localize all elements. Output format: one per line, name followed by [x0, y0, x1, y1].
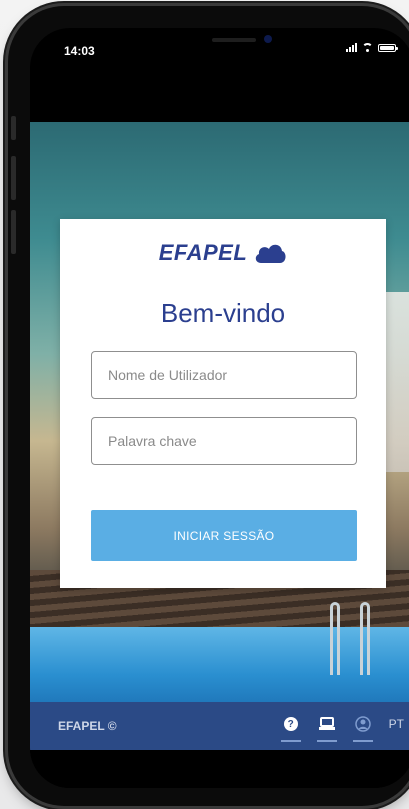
pool-ladder — [330, 602, 340, 675]
logo-text: EFAPEL — [158, 240, 248, 265]
pool-ladder — [360, 602, 370, 675]
background-pool — [30, 627, 409, 702]
footer-bar: EFAPEL © ? PT — [30, 702, 409, 750]
mute-switch — [11, 116, 16, 140]
notch — [180, 28, 300, 54]
cloud-icon — [256, 244, 286, 263]
background-pool-image: EFAPEL Bem-vindo INICIAR SESSÃO — [30, 122, 409, 702]
volume-up-button — [11, 156, 16, 200]
signal-icon — [346, 42, 357, 52]
footer-brand: EFAPEL © — [58, 719, 117, 733]
footer-icons: ? PT — [280, 714, 404, 742]
status-time: 14:03 — [64, 44, 95, 58]
login-button[interactable]: INICIAR SESSÃO — [91, 510, 357, 561]
phone-frame: 14:03 EFAPEL Bem-vindo Nome de Utilizado… — [8, 6, 409, 806]
login-card: EFAPEL Bem-vindo INICIAR SESSÃO — [60, 219, 386, 588]
phone-screen: 14:03 EFAPEL Bem-vindo Nome de Utilizado… — [30, 28, 409, 788]
front-camera — [264, 35, 272, 43]
efapel-logo: EFAPEL — [60, 240, 386, 266]
speaker-grille — [212, 38, 256, 42]
battery-icon — [378, 44, 398, 52]
device-icon[interactable] — [316, 714, 337, 742]
wifi-icon — [362, 43, 373, 52]
bottom-bezel — [30, 750, 409, 788]
account-icon[interactable] — [352, 714, 373, 742]
status-icons — [346, 42, 398, 52]
password-input[interactable] — [91, 417, 357, 465]
language-selector[interactable]: PT — [389, 717, 404, 731]
username-input[interactable] — [91, 351, 357, 399]
welcome-heading: Bem-vindo — [160, 298, 286, 328]
volume-down-button — [11, 210, 16, 254]
help-icon[interactable]: ? — [280, 714, 301, 742]
